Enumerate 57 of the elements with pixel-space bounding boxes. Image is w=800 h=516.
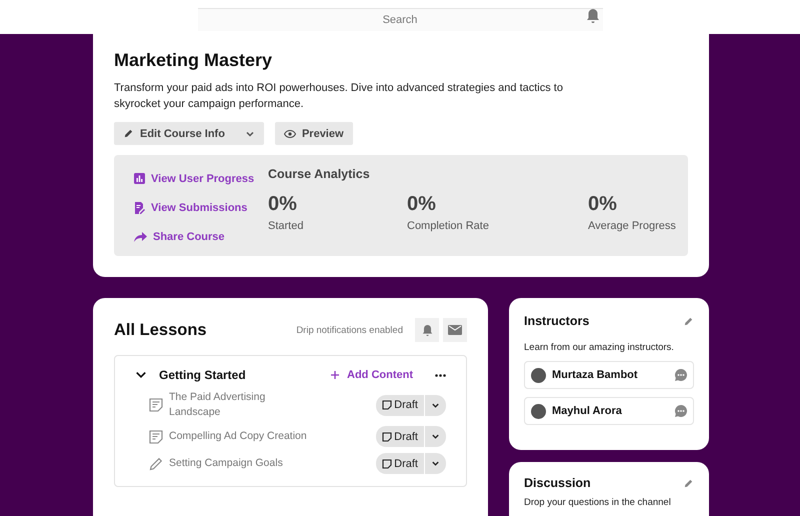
course-link[interactable]: View Submissions <box>134 199 268 216</box>
drip-notice: Drip notifications enabled <box>296 324 403 336</box>
course-title: Marketing Mastery <box>114 50 274 71</box>
note-icon <box>382 458 392 468</box>
lesson-title[interactable]: Setting Campaign Goals <box>169 456 319 471</box>
course-description: Transform your paid ads into ROI powerhouses. Dive into advanced strategies and tactics to skyrocket your campaign performance. <box>114 81 564 112</box>
document-edit-icon <box>134 202 145 214</box>
stat-label: Average Progress <box>588 220 677 232</box>
stat-value: 0% <box>407 193 437 216</box>
edit-course-button[interactable]: Edit Course Info <box>114 122 264 145</box>
pencil-icon <box>149 456 163 470</box>
plus-icon <box>331 371 340 379</box>
stat-label: Completion Rate <box>407 220 490 232</box>
instructors-title: Instructors <box>524 314 590 328</box>
avatar <box>531 368 546 382</box>
search-field[interactable]: Search <box>198 8 602 30</box>
add-content-button[interactable]: Add Content <box>331 369 413 381</box>
bell-icon <box>422 324 432 336</box>
course-link[interactable]: Share Course <box>134 228 268 245</box>
lesson-title[interactable]: The Paid Advertising Landscape <box>169 390 319 420</box>
avatar <box>531 404 546 418</box>
instructor-name: Mayhul Arora <box>552 405 623 417</box>
bell-icon[interactable] <box>586 8 600 24</box>
preview-button[interactable]: Preview <box>274 122 353 145</box>
bar-chart-icon <box>134 173 145 184</box>
bell-button[interactable] <box>415 318 439 342</box>
edit-icon <box>683 316 694 326</box>
chat-bubble-icon[interactable] <box>674 404 688 418</box>
lesson-title[interactable]: Compelling Ad Copy Creation <box>169 429 319 444</box>
note-icon <box>149 430 163 444</box>
edit-icon <box>683 478 694 488</box>
pencil-icon <box>123 128 134 139</box>
analytics-title: Course Analytics <box>268 167 371 181</box>
note-icon <box>149 398 163 412</box>
envelope-icon <box>448 325 462 335</box>
chevron-down-icon <box>431 459 440 468</box>
section-title: Getting Started <box>159 368 247 382</box>
more-icon[interactable] <box>435 374 446 376</box>
course-link[interactable]: View User Progress <box>134 170 268 187</box>
stat-value: 0% <box>268 193 298 216</box>
discussion-title: Discussion <box>524 476 591 490</box>
eye-icon <box>284 130 296 138</box>
note-icon <box>382 432 392 442</box>
discussion-text: Drop your questions in the channel <box>524 497 672 508</box>
instructor-item[interactable]: Mayhul Arora <box>524 397 694 425</box>
share-arrow-icon <box>134 232 147 242</box>
chat-bubble-icon[interactable] <box>674 368 688 382</box>
stat-value: 0% <box>588 193 618 216</box>
instructors-subtitle: Learn from our amazing instructors. <box>524 342 675 353</box>
stat-label: Started <box>268 220 304 232</box>
note-icon <box>382 400 392 410</box>
chevron-down-icon <box>431 432 440 441</box>
chevron-down-icon <box>431 400 440 410</box>
email-button[interactable] <box>443 318 467 342</box>
lessons-title: All Lessons <box>114 320 208 340</box>
instructor-name: Murtaza Bambot <box>552 369 639 381</box>
instructor-item[interactable]: Murtaza Bambot <box>524 361 694 389</box>
